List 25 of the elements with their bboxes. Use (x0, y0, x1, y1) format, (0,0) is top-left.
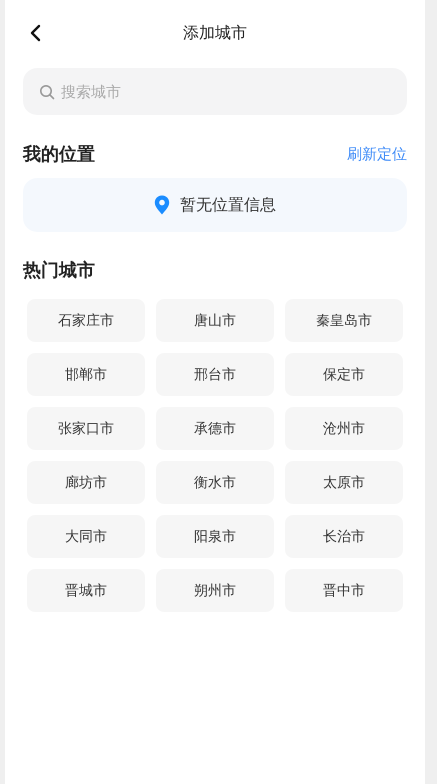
city-button[interactable]: 朔州市 (156, 569, 274, 612)
city-button[interactable]: 张家口市 (27, 407, 145, 450)
search-field[interactable]: 搜索城市 (23, 68, 407, 115)
city-button[interactable]: 沧州市 (285, 407, 403, 450)
city-button[interactable]: 太原市 (285, 461, 403, 504)
chevron-left-icon (29, 24, 43, 42)
location-pin-icon (154, 195, 170, 215)
city-button[interactable]: 晋中市 (285, 569, 403, 612)
city-button[interactable]: 大同市 (27, 515, 145, 558)
city-button[interactable]: 邢台市 (156, 353, 274, 396)
city-button[interactable]: 晋城市 (27, 569, 145, 612)
location-status: 暂无位置信息 (180, 194, 276, 216)
section-title: 热门城市 (23, 259, 95, 282)
section-title: 我的位置 (23, 143, 95, 166)
city-button[interactable]: 衡水市 (156, 461, 274, 504)
city-button[interactable]: 唐山市 (156, 299, 274, 342)
city-button[interactable]: 石家庄市 (27, 299, 145, 342)
city-button[interactable]: 保定市 (285, 353, 403, 396)
city-button[interactable]: 廊坊市 (27, 461, 145, 504)
city-button[interactable]: 阳泉市 (156, 515, 274, 558)
page-title: 添加城市 (183, 22, 247, 44)
city-button[interactable]: 秦皇岛市 (285, 299, 403, 342)
city-button[interactable]: 长治市 (285, 515, 403, 558)
city-button[interactable]: 邯郸市 (27, 353, 145, 396)
city-button[interactable]: 承德市 (156, 407, 274, 450)
